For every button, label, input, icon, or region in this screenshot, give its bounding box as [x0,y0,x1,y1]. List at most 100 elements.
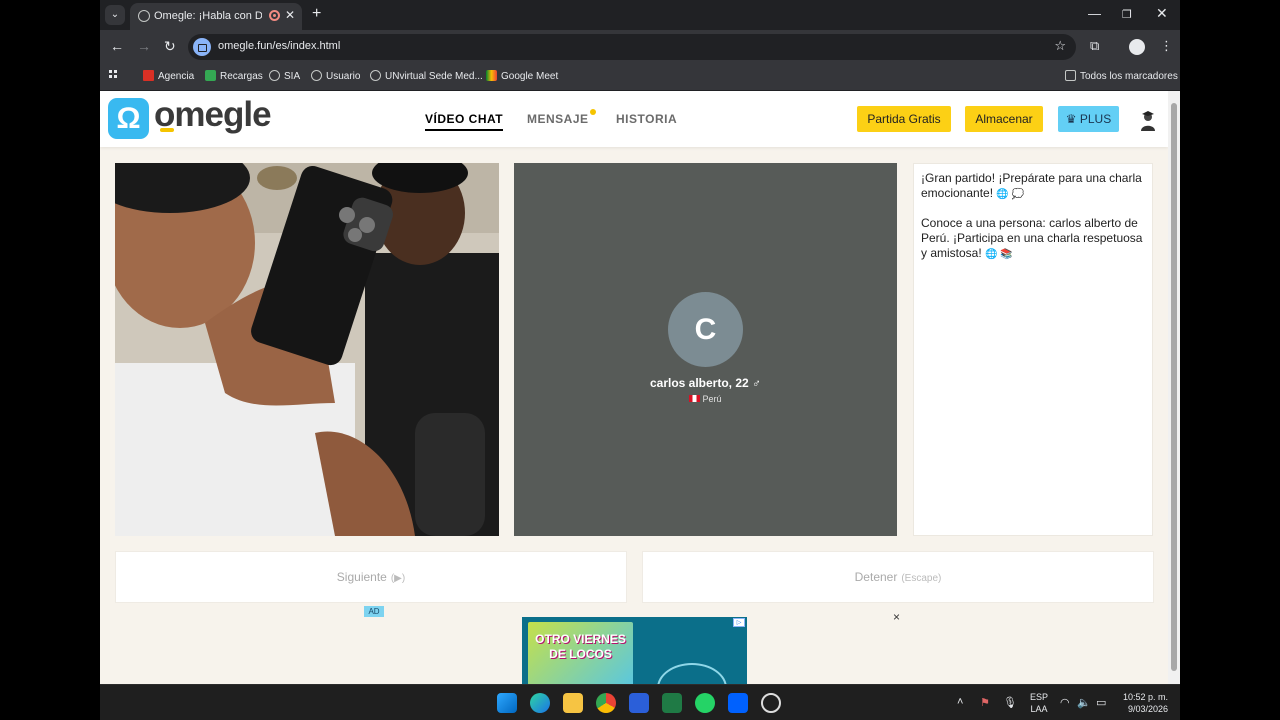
chat-panel: ¡Gran partido! ¡Prepárate para una charl… [913,163,1153,536]
start-windows-icon[interactable] [497,693,517,713]
adchoices-icon[interactable]: ▷ [733,618,745,627]
edge-browser-icon[interactable] [530,693,550,713]
tray-app-icon[interactable]: ⚑ [980,696,990,709]
globe-emoji-icon: 🌐 💭 [996,189,1025,200]
close-window-button[interactable]: ✕ [1156,5,1168,22]
local-video [115,163,499,536]
forward-button[interactable]: → [137,38,151,54]
dropbox-icon[interactable] [728,693,748,713]
reload-button[interactable]: ↻ [164,38,176,55]
tab-omegle[interactable]: Omegle: ¡Habla con Descono ✕ [130,3,302,30]
clock[interactable]: 10:52 p. m. 9/03/2026 [1120,691,1168,715]
chrome-icon[interactable] [596,693,616,713]
right-black-bar [1180,0,1280,720]
address-bar[interactable]: omegle.fun/es/index.html ☆ [188,34,1076,60]
next-hint: (▶) [390,573,406,584]
ad-poster-title: OTRO VIERNES [535,632,626,646]
browser-window: ⌄ Omegle: ¡Habla con Descono ✕ + — ❐ ✕ ←… [100,0,1180,720]
url-text: omegle.fun/es/index.html [218,40,341,52]
ad-badge: AD [364,606,384,617]
nav-historia[interactable]: HISTORIA [616,112,677,126]
battery-icon[interactable]: ▭ [1096,696,1106,709]
globe-icon [370,70,381,81]
bookmark-sia[interactable]: SIA [269,70,300,82]
tab-strip: ⌄ Omegle: ¡Habla con Descono ✕ + — ❐ ✕ [100,0,1180,30]
clock-date: 9/03/2026 [1127,704,1168,714]
excel-icon[interactable] [662,693,682,713]
bookmark-label: Recargas [220,71,263,82]
ad-close-icon[interactable]: × [893,610,900,624]
bookmark-recargas[interactable]: Recargas [205,70,263,82]
bookmark-label: UNvirtual Sede Med... [385,71,483,82]
restore-button[interactable]: ❐ [1122,8,1132,21]
stop-button[interactable]: Detener (Escape) [642,551,1154,603]
peru-flag-icon [689,395,701,402]
wifi-icon[interactable]: ◠ [1060,696,1070,709]
store-button[interactable]: Almacenar [965,106,1043,132]
word-icon[interactable] [629,693,649,713]
nav-mensaje-label: MENSAJE [527,112,589,126]
tray-chevron-icon[interactable]: ˄ [957,696,963,708]
omega-logo-icon[interactable]: Ω [108,98,149,139]
page-scrollbar[interactable] [1168,91,1180,684]
nav-video-chat[interactable]: VÍDEO CHAT [425,112,504,131]
bookmark-label: Google Meet [501,71,559,82]
bookmark-unvirtual[interactable]: UNvirtual Sede Med... [370,70,483,82]
remote-video: C carlos alberto, 22 ♂ Perú [514,163,897,536]
chat-message-text: Conoce a una persona: carlos alberto de … [921,216,1143,260]
bookmark-label: Agencia [158,71,195,82]
remote-user-country: Perú [514,394,897,404]
stop-label: Detener [854,570,898,584]
site-info-icon[interactable] [193,38,211,56]
whatsapp-icon[interactable] [695,693,715,713]
file-explorer-icon[interactable] [563,693,583,713]
extensions-icon[interactable]: ⧉ [1090,38,1099,54]
new-tab-button[interactable]: + [312,5,321,23]
tab-title: Omegle: ¡Habla con Descono [154,10,262,22]
next-button[interactable]: Siguiente (▶) [115,551,627,603]
folder-icon [1065,70,1076,81]
apps-grid-icon[interactable] [109,70,121,82]
bookmark-usuario[interactable]: Usuario [311,70,360,82]
bookmark-google-meet[interactable]: Google Meet [486,70,558,82]
volume-icon[interactable]: 🔈 [1077,696,1091,709]
clock-time: 10:52 p. m. [1122,692,1168,702]
country-label: Perú [702,394,722,404]
tab-search-button[interactable]: ⌄ [105,5,125,25]
menu-icon[interactable]: ⋮ [1160,38,1173,54]
nav-mensaje[interactable]: MENSAJE [527,109,596,126]
stop-hint: (Escape) [901,573,942,584]
user-profile-icon[interactable] [1139,110,1157,132]
app-icon[interactable] [761,693,781,713]
chat-message: Conoce a una persona: carlos alberto de … [921,216,1145,262]
gmail-icon [143,70,154,81]
plus-button[interactable]: ♛ PLUS [1058,106,1119,132]
globe-icon [138,10,150,22]
ad-poster-image: OTRO VIERNES DE LOCOS [528,622,633,684]
profile-avatar-icon[interactable] [1129,39,1145,55]
bookmark-label: Usuario [326,71,361,82]
globe-icon [311,70,322,81]
plus-label: PLUS [1079,112,1112,126]
scrollbar-thumb[interactable] [1171,103,1177,671]
left-black-bar [0,0,100,720]
back-button[interactable]: ← [110,38,124,54]
bookmark-star-icon[interactable]: ☆ [1054,38,1066,54]
windows-taskbar: ˄ ⚑ 🎙 ESP LAA ◠ 🔈 ▭ 10:52 p. m. 9/03/2026 [100,684,1180,720]
arrow-icon [205,70,216,81]
chat-message: ¡Gran partido! ¡Prepárate para una charl… [921,171,1145,202]
ad-banner[interactable]: OTRO VIERNES DE LOCOS ▷ [522,617,747,684]
language-indicator[interactable]: ESP LAA [1030,691,1048,715]
recording-icon [269,10,280,21]
microphone-icon[interactable]: 🎙 [1003,696,1017,709]
minimize-button[interactable]: — [1088,6,1101,21]
free-match-button[interactable]: Partida Gratis [857,106,951,132]
bookmarks-bar: Agencia Recargas SIA Usuario UNvirtual S… [100,63,1180,91]
lang-line: LAA [1030,704,1048,714]
globe-emoji-icon: 🌐 📚 [985,249,1013,260]
all-bookmarks-folder[interactable]: Todos los marcadores [1065,70,1178,82]
tab-close-icon[interactable]: ✕ [285,8,295,22]
crown-icon: ♛ [1065,112,1077,126]
bookmark-agencia[interactable]: Agencia [143,70,194,82]
bookmark-label: SIA [284,71,301,82]
